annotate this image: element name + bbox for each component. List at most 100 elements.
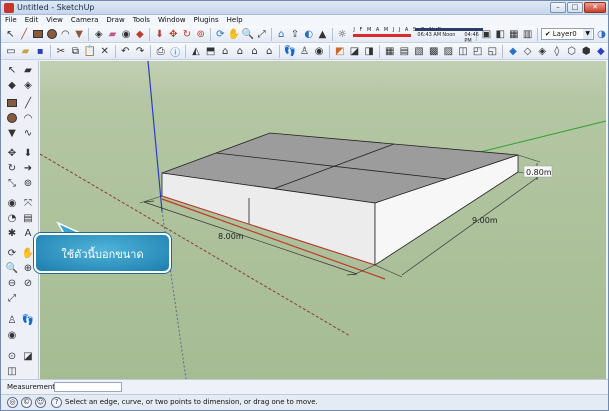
model-canvas[interactable]: 8.00m 9.00m 0.80m xyxy=(40,61,606,379)
circle-icon[interactable] xyxy=(5,111,19,125)
wireframe-style-icon[interactable]: ◧ xyxy=(494,27,507,41)
textured-style-icon[interactable]: ▥ xyxy=(521,27,534,41)
rotate-icon[interactable]: ↻ xyxy=(5,161,19,175)
push-pull-icon[interactable]: ⬇ xyxy=(153,27,166,41)
menu-draw[interactable]: Draw xyxy=(106,15,124,26)
scale-icon[interactable]: ⤡ xyxy=(5,176,19,190)
menu-window[interactable]: Window xyxy=(158,15,186,26)
fog-icon[interactable]: ⬡ xyxy=(565,44,579,58)
polygon-icon[interactable]: ▼ xyxy=(5,126,19,140)
zoom-extents-icon[interactable]: ⤢ xyxy=(5,291,19,305)
undo-icon[interactable]: ↶ xyxy=(119,44,133,58)
sandbox-icon[interactable]: ▦ xyxy=(383,44,397,58)
zoom-window-icon[interactable]: ⊕ xyxy=(21,261,35,275)
line-icon[interactable]: ╱ xyxy=(21,96,35,110)
scenes-icon[interactable]: ⬢ xyxy=(579,44,593,58)
protractor-icon[interactable]: ◔ xyxy=(5,211,19,225)
outliner-icon[interactable]: ◇ xyxy=(521,44,535,58)
layer-dropdown[interactable]: ✔ Layer0 ▼ xyxy=(540,28,595,40)
walk-icon[interactable]: 👣 xyxy=(21,313,35,327)
move-icon[interactable]: ✥ xyxy=(167,27,180,41)
display-section-icon[interactable]: ◪ xyxy=(21,349,35,363)
section-plane-icon[interactable]: ⊙ xyxy=(5,349,19,363)
make-component-icon[interactable]: ◈ xyxy=(21,78,35,92)
copy-icon[interactable]: ⧉ xyxy=(69,44,83,58)
materials-icon[interactable]: ◈ xyxy=(535,44,549,58)
section-plane-icon[interactable]: ◩ xyxy=(333,44,347,58)
tape-measure-icon[interactable]: ◉ xyxy=(120,27,133,41)
zoom-icon[interactable]: 🔍 xyxy=(5,261,19,275)
follow-me-icon[interactable]: ➜ xyxy=(21,161,35,175)
offset-icon[interactable]: ⊚ xyxy=(194,27,207,41)
get-models-icon[interactable]: ◫ xyxy=(5,364,19,378)
eraser-icon[interactable]: ▰ xyxy=(21,63,35,77)
google-earth-icon[interactable]: ◐ xyxy=(302,27,315,41)
close-button[interactable]: ✕ xyxy=(584,2,606,13)
menu-plugins[interactable]: Plugins xyxy=(194,15,219,26)
paste-icon[interactable]: 📋 xyxy=(83,44,97,58)
credits-icon[interactable]: © xyxy=(21,397,32,408)
previous-view-icon[interactable]: ⊖ xyxy=(5,276,19,290)
tape-measure-icon[interactable]: ◉ xyxy=(5,196,19,210)
display-section-icon[interactable]: ◪ xyxy=(348,44,362,58)
make-component-icon[interactable]: ◈ xyxy=(92,27,105,41)
minimize-button[interactable]: – xyxy=(550,2,566,13)
help-icon[interactable]: ? xyxy=(51,397,62,408)
orbit-icon[interactable]: ⟳ xyxy=(5,246,19,260)
drape-icon[interactable]: ◫ xyxy=(456,44,470,58)
look-around-icon[interactable]: ◉ xyxy=(5,328,19,342)
drawing-viewport[interactable]: 8.00m 9.00m 0.80m xyxy=(40,61,606,379)
shaded-style-icon[interactable]: ▦ xyxy=(508,27,521,41)
open-folder-icon[interactable]: ▰ xyxy=(19,44,33,58)
user-icon[interactable]: ☺ xyxy=(35,397,46,408)
look-around-icon[interactable]: ◉ xyxy=(312,44,326,58)
dimension-label-width[interactable]: 8.00m xyxy=(218,232,244,241)
time-slider[interactable] xyxy=(415,28,484,31)
eraser-icon[interactable]: ▰ xyxy=(106,27,119,41)
menu-help[interactable]: Help xyxy=(227,15,243,26)
add-detail-icon[interactable]: ◰ xyxy=(471,44,485,58)
push-pull-icon[interactable]: ⬇ xyxy=(21,146,35,160)
orbit-icon[interactable]: ⟳ xyxy=(214,27,227,41)
menu-file[interactable]: File xyxy=(5,15,17,26)
arc-icon[interactable]: ◠ xyxy=(21,111,35,125)
select-icon[interactable]: ↖ xyxy=(4,27,17,41)
measurements-input[interactable] xyxy=(54,382,122,392)
circle-icon[interactable] xyxy=(45,27,58,41)
share-model-icon[interactable]: ⇪ xyxy=(289,27,302,41)
scratch-icon[interactable]: ▧ xyxy=(412,44,426,58)
pan-icon[interactable]: ✋ xyxy=(21,246,35,260)
position-camera-icon[interactable]: ♙ xyxy=(5,313,19,327)
geolocation-icon[interactable]: ◎ xyxy=(7,397,18,408)
menu-camera[interactable]: Camera xyxy=(71,15,98,26)
cut-icon[interactable]: ✂ xyxy=(54,44,68,58)
zoom-icon[interactable]: 🔍 xyxy=(241,27,254,41)
styles-icon[interactable]: ◊ xyxy=(550,44,564,58)
move-icon[interactable]: ✥ xyxy=(5,146,19,160)
dimension-label-depth[interactable]: 9.00m xyxy=(472,216,498,225)
delete-icon[interactable]: ✕ xyxy=(98,44,112,58)
print-icon[interactable]: ⎙ xyxy=(154,44,168,58)
rectangle-icon[interactable] xyxy=(31,27,44,41)
rectangle-icon[interactable] xyxy=(5,96,19,110)
month-slider[interactable] xyxy=(353,34,412,37)
menu-view[interactable]: View xyxy=(46,15,63,26)
maximize-button[interactable]: □ xyxy=(567,2,583,13)
pencil-icon[interactable]: ╱ xyxy=(18,27,31,41)
dimension-icon[interactable]: ⤧ xyxy=(21,196,35,210)
freehand-icon[interactable]: ∿ xyxy=(21,126,35,140)
back-view-icon[interactable]: ⌂ xyxy=(248,44,262,58)
front-view-icon[interactable]: ⌂ xyxy=(218,44,232,58)
paint-bucket-icon[interactable]: ◆ xyxy=(5,78,19,92)
axes-icon[interactable]: ✱ xyxy=(5,226,19,240)
menu-edit[interactable]: Edit xyxy=(25,15,39,26)
dimension-label-height[interactable]: 0.80m xyxy=(526,168,552,177)
walk-icon[interactable]: 👣 xyxy=(283,44,297,58)
top-view-icon[interactable]: ⬒ xyxy=(204,44,218,58)
pan-icon[interactable]: ✋ xyxy=(228,27,241,41)
menu-tools[interactable]: Tools xyxy=(133,15,150,26)
rotate-icon[interactable]: ↻ xyxy=(181,27,194,41)
contours-icon[interactable]: ▤ xyxy=(398,44,412,58)
redo-icon[interactable]: ↷ xyxy=(133,44,147,58)
new-file-icon[interactable]: ▭ xyxy=(4,44,18,58)
